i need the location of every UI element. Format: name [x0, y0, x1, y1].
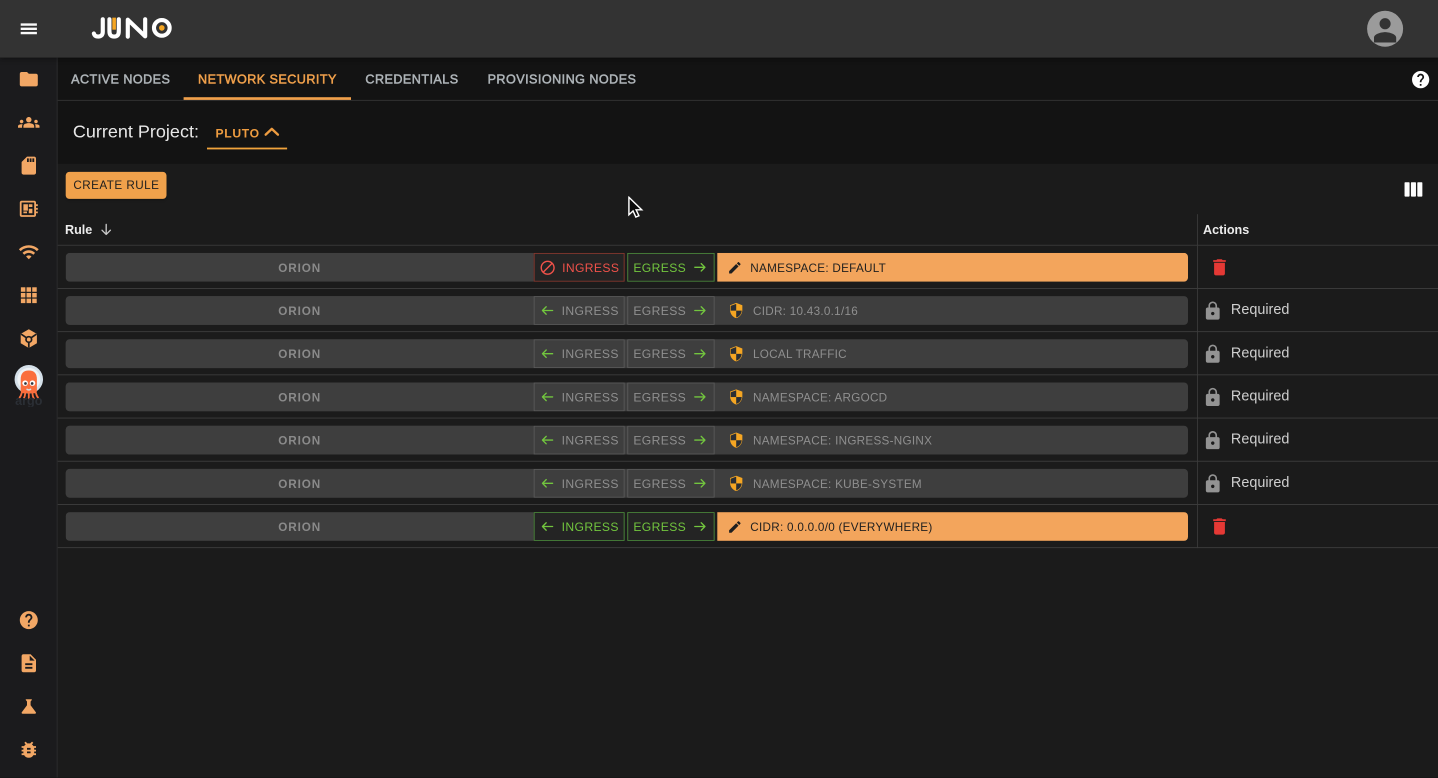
svg-text:argo: argo	[15, 394, 43, 407]
